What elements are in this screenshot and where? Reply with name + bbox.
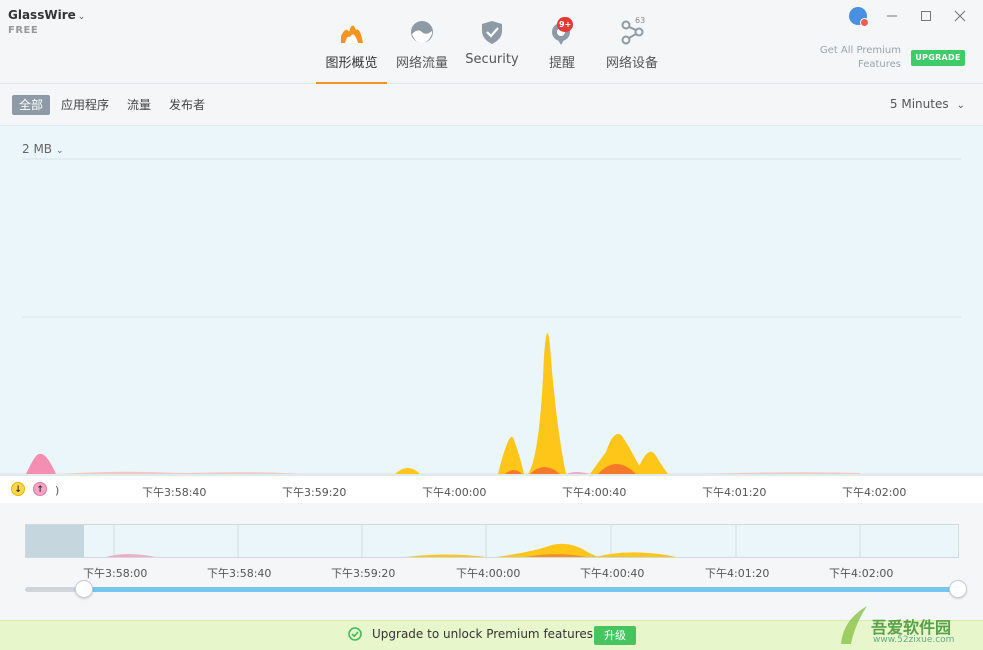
close-icon: [954, 10, 966, 22]
footer-upgrade-button[interactable]: 升级: [594, 626, 636, 645]
filter-all[interactable]: 全部: [12, 95, 51, 115]
check-circle-icon: [348, 627, 362, 641]
window-controls: [841, 4, 977, 28]
range-start-handle[interactable]: [75, 580, 93, 598]
overview-tick: 下午3:59:20: [331, 567, 396, 580]
tab-label: 网络设备: [605, 56, 658, 71]
header: GlassWire ⌄ FREE 图形概览 网络流量 Security 9+ 提…: [0, 0, 983, 84]
download-legend-icon[interactable]: ↓: [11, 482, 25, 496]
watermark: 吾爱软件园 www.52zixue.com: [837, 600, 977, 648]
main-nav: 图形概览 网络流量 Security 9+ 提醒 63 网络设备: [316, 14, 667, 84]
time-range-select[interactable]: 5 Minutes ⌄: [890, 97, 965, 111]
chevron-down-icon: ⌄: [77, 12, 86, 22]
time-tick: 下午4:00:00: [422, 486, 487, 499]
time-tick: 下午3:59:20: [282, 486, 347, 499]
plan-label: FREE: [8, 25, 39, 36]
graph-icon: [340, 25, 363, 43]
tab-network-devices[interactable]: 63 网络设备: [597, 14, 667, 84]
tab-label: 提醒: [548, 56, 575, 71]
upgrade-button[interactable]: UPGRADE: [911, 50, 965, 66]
time-tick: ): [55, 484, 60, 497]
minimize-button[interactable]: [875, 4, 909, 28]
graph-canvas: [0, 158, 983, 475]
time-range-value: 5 Minutes: [889, 97, 949, 111]
overview-tick: 下午4:00:40: [580, 567, 645, 580]
tab-graph[interactable]: 图形概览: [316, 14, 387, 84]
upgrade-message: Upgrade to unlock Premium features.: [348, 627, 597, 641]
time-tick: 下午4:01:20: [702, 486, 767, 499]
watermark-logo-icon: [841, 606, 867, 644]
timeline-overview: 下午3:58:00 下午3:58:40 下午3:59:20 下午4:00:00 …: [0, 503, 983, 620]
overview-tick: 下午4:02:00: [829, 567, 894, 580]
range-end-handle[interactable]: [949, 580, 967, 598]
app-menu[interactable]: GlassWire ⌄ FREE: [8, 8, 85, 36]
filter-group: 全部 应用程序 流量 发布者: [12, 95, 216, 115]
glasswire-window: GlassWire ⌄ FREE 图形概览 网络流量 Security 9+ 提…: [0, 0, 983, 650]
tab-label: Security: [465, 52, 519, 67]
filter-bar: 全部 应用程序 流量 发布者 5 Minutes ⌄: [0, 84, 983, 126]
devices-count: 63: [635, 16, 646, 25]
filter-hosts[interactable]: 发布者: [162, 95, 212, 115]
overview-tick: 下午3:58:40: [207, 567, 272, 580]
premium-promo: Get All Premium Features: [811, 44, 901, 72]
tab-label: 网络流量: [395, 56, 448, 71]
range-slider-fill: [84, 587, 956, 592]
close-button[interactable]: [943, 4, 977, 28]
scale-value: 2 MB: [22, 142, 53, 156]
tab-security[interactable]: Security: [457, 14, 527, 84]
upgrade-banner: Upgrade to unlock Premium features. 升级: [0, 620, 983, 650]
chevron-down-icon: ⌄: [956, 100, 965, 111]
overview-graph[interactable]: [25, 524, 959, 558]
tab-label: 图形概览: [325, 56, 378, 71]
time-tick: 下午3:58:40: [142, 486, 207, 499]
filter-apps[interactable]: 应用程序: [54, 95, 116, 115]
scale-select[interactable]: 2 MB ⌄: [22, 142, 64, 156]
upload-legend-icon[interactable]: ↑: [33, 482, 47, 496]
app-name: GlassWire: [8, 8, 76, 22]
filter-traffic[interactable]: 流量: [120, 95, 158, 115]
overview-tick: 下午3:58:00: [83, 567, 148, 580]
overview-tick: 下午4:01:20: [705, 567, 770, 580]
minimize-icon: [887, 15, 897, 17]
watermark-url: www.52zixue.com: [873, 635, 955, 645]
tab-alerts[interactable]: 9+ 提醒: [527, 14, 597, 84]
time-tick: 下午4:00:40: [562, 486, 627, 499]
account-button[interactable]: [841, 4, 875, 28]
maximize-icon: [921, 11, 931, 21]
time-tick: 下午4:02:00: [842, 486, 907, 499]
chevron-down-icon: ⌄: [56, 146, 64, 156]
tab-usage[interactable]: 网络流量: [387, 14, 457, 84]
time-axis: ↓ ↑ ) 下午3:58:40 下午3:59:20 下午4:00:00 下午4:…: [0, 475, 983, 503]
alerts-badge: 9+: [557, 17, 574, 32]
overview-tick: 下午4:00:00: [456, 567, 521, 580]
upgrade-message-text: Upgrade to unlock Premium features.: [372, 627, 597, 641]
usage-icon: [411, 21, 433, 43]
shield-icon: [482, 21, 502, 44]
maximize-button[interactable]: [909, 4, 943, 28]
overview-canvas: [106, 525, 861, 557]
traffic-graph[interactable]: 2 MB ⌄ ↓ ↑ ) 下午3:58:40 下午3:59:20 下午4:00:0…: [0, 126, 983, 503]
premium-line2: Features: [858, 59, 901, 70]
premium-line1: Get All Premium: [819, 45, 901, 56]
avatar: [849, 7, 869, 27]
